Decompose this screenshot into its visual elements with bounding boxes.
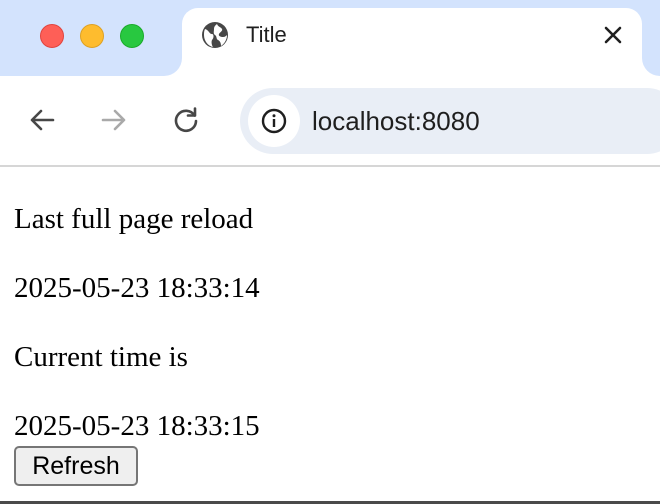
window-close-button[interactable] xyxy=(40,24,64,48)
browser-toolbar: localhost:8080 xyxy=(0,76,660,166)
tab-active[interactable]: Title xyxy=(182,8,642,76)
window-maximize-button[interactable] xyxy=(120,24,144,48)
url-text: localhost:8080 xyxy=(312,106,480,136)
arrow-right-icon[interactable] xyxy=(98,104,130,136)
reload-label: Last full page reload xyxy=(14,203,254,235)
address-bar[interactable]: localhost:8080 xyxy=(240,88,660,154)
tab-strip: Title xyxy=(0,0,660,76)
refresh-button[interactable]: Refresh xyxy=(14,446,138,486)
tab-title: Title xyxy=(246,22,287,47)
reload-timestamp: 2025-05-23 18:33:14 xyxy=(14,272,260,304)
tab-curve-left xyxy=(164,58,182,76)
close-icon[interactable] xyxy=(600,22,626,48)
current-time-label: Current time is xyxy=(14,341,188,373)
window-minimize-button[interactable] xyxy=(80,24,104,48)
arrow-left-icon[interactable] xyxy=(26,104,58,136)
current-timestamp: 2025-05-23 18:33:15 xyxy=(14,410,260,442)
globe-icon xyxy=(200,20,230,50)
page-content: Last full page reload 2025-05-23 18:33:1… xyxy=(0,167,660,504)
reload-icon[interactable] xyxy=(170,104,202,136)
info-icon[interactable] xyxy=(248,95,300,147)
tab-curve-right xyxy=(642,58,660,76)
browser-window: Title localhost:8080 Last full page relo… xyxy=(0,0,660,504)
